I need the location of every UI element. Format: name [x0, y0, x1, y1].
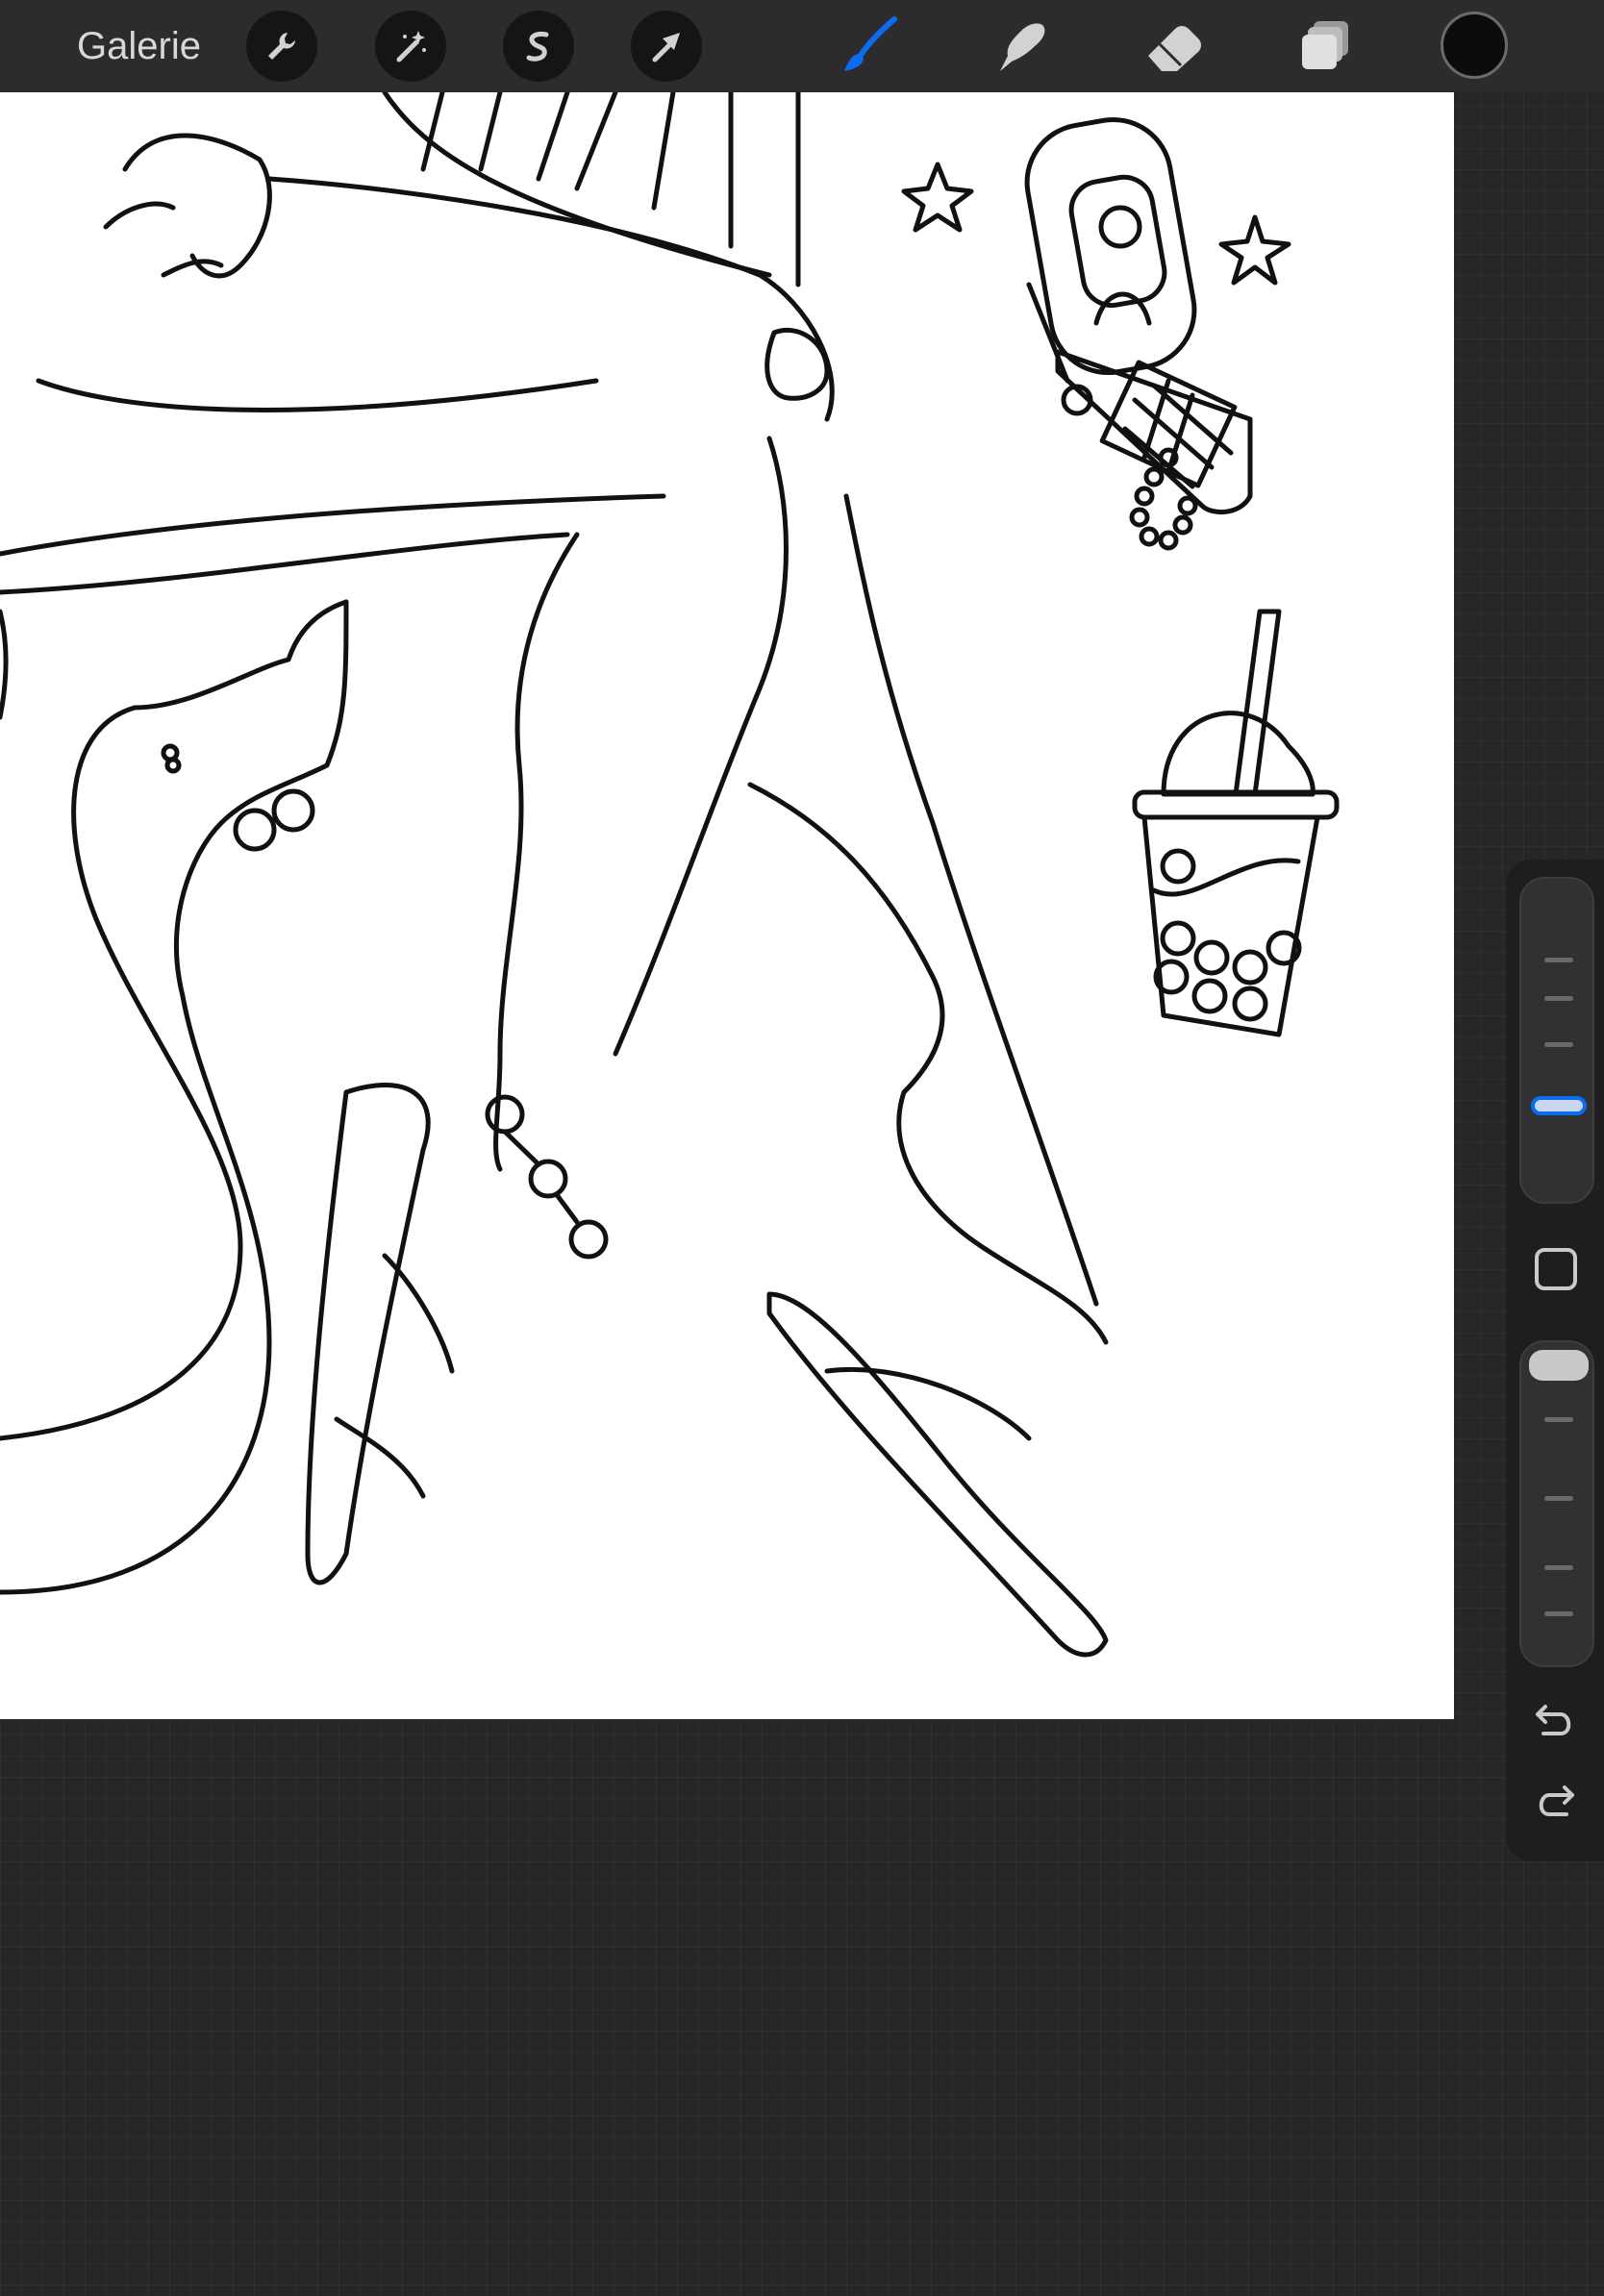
slider-tick — [1544, 996, 1573, 1001]
gallery-button[interactable]: Galerie — [77, 23, 201, 69]
transform-button[interactable] — [631, 11, 702, 82]
actions-button[interactable] — [246, 11, 317, 82]
eraser-tool[interactable] — [1140, 13, 1206, 79]
selection-s-icon — [526, 32, 549, 62]
slider-tick — [1544, 1496, 1573, 1501]
adjustments-button[interactable] — [375, 11, 446, 82]
magic-wand-icon — [396, 31, 426, 62]
smudge-finger-icon — [1000, 23, 1045, 71]
undo-button[interactable] — [1529, 1698, 1581, 1742]
selection-button[interactable] — [503, 11, 574, 82]
opacity-thumb[interactable] — [1529, 1350, 1589, 1381]
slider-tick — [1544, 1565, 1573, 1570]
opacity-slider[interactable] — [1519, 1340, 1594, 1667]
slider-tick — [1544, 958, 1573, 962]
slider-tick — [1544, 1611, 1573, 1616]
layers-button[interactable] — [1292, 13, 1358, 79]
layers-icon — [1302, 21, 1348, 69]
undo-arrow-icon — [1536, 1705, 1571, 1735]
brush-icon — [844, 16, 897, 71]
redo-button[interactable] — [1529, 1779, 1581, 1823]
line-art-drawing — [0, 89, 1340, 1658]
color-picker-button[interactable] — [1441, 12, 1508, 79]
modify-button[interactable] — [1535, 1248, 1577, 1290]
smudge-tool[interactable] — [989, 13, 1054, 79]
drawing-canvas[interactable] — [0, 89, 1454, 1719]
slider-tick — [1544, 1042, 1573, 1047]
brush-size-slider[interactable] — [1519, 877, 1594, 1204]
slider-tick — [1544, 1417, 1573, 1422]
wrench-icon — [268, 33, 295, 60]
arrow-cursor-icon — [652, 33, 680, 62]
side-bar — [1506, 860, 1604, 1861]
top-toolbar: Galerie — [0, 0, 1604, 92]
brush-tool[interactable] — [837, 13, 902, 79]
redo-arrow-icon — [1539, 1785, 1574, 1816]
eraser-icon — [1148, 26, 1201, 71]
brush-size-thumb[interactable] — [1531, 1096, 1587, 1115]
